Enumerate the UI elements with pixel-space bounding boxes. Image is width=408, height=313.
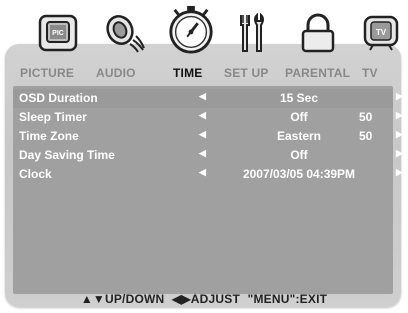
menu-list: OSD Duration ◀ 15 Sec ▶ Sleep Timer ◀ Of… (13, 89, 403, 184)
menu-item-number: 50 (359, 110, 373, 124)
left-arrow-icon[interactable]: ◀ (199, 148, 206, 159)
tab-parental-label: PARENTAL (285, 66, 351, 80)
menu-item-value: Off (290, 148, 308, 162)
left-arrow-icon[interactable]: ◀ (199, 91, 206, 102)
tab-setup[interactable]: SET UP (224, 0, 278, 84)
left-arrow-icon[interactable]: ◀ (199, 110, 206, 121)
right-arrow-icon[interactable]: ▶ (396, 148, 403, 159)
menu-item-number: 50 (359, 129, 373, 143)
tab-time-label: TIME (173, 66, 203, 80)
menu-item-value: 15 Sec (279, 91, 319, 105)
help-bar: ▲▼UP/DOWN ◀▶ADJUST "MENU":EXIT (0, 292, 408, 306)
menu-item-label: Sleep Timer (19, 110, 87, 124)
menu-item-label: Day Saving Time (19, 148, 115, 162)
tab-picture[interactable]: PIC PICTURE (20, 0, 86, 84)
menu-item-label: OSD Duration (19, 91, 98, 105)
lock-icon (293, 8, 343, 58)
tab-parental[interactable]: PARENTAL (283, 0, 353, 84)
audio-icon (100, 8, 150, 58)
menu-item-day-saving-time[interactable]: Day Saving Time ◀ Off ▶ (13, 146, 403, 165)
tab-setup-label: SET UP (224, 66, 269, 80)
menu-item-osd-duration[interactable]: OSD Duration ◀ 15 Sec ▶ (13, 89, 403, 108)
setup-tools-icon (226, 8, 276, 58)
svg-text:TV: TV (376, 28, 387, 37)
help-updown: ▲▼UP/DOWN (80, 292, 165, 306)
menu-item-time-zone[interactable]: Time Zone ◀ Eastern 50 ▶ (13, 127, 403, 146)
clock-icon (166, 5, 216, 55)
tab-audio-label: AUDIO (96, 66, 136, 80)
left-arrow-icon[interactable]: ◀ (199, 129, 206, 140)
help-adjust: ◀▶ADJUST (171, 292, 241, 306)
tab-picture-label: PICTURE (20, 66, 75, 80)
right-arrow-icon[interactable]: ▶ (396, 129, 403, 140)
left-arrow-icon[interactable]: ◀ (199, 167, 206, 178)
right-arrow-icon[interactable]: ▶ (396, 167, 403, 178)
menu-item-label: Clock (19, 167, 52, 181)
svg-text:PIC: PIC (52, 30, 64, 37)
menu-item-value: 2007/03/05 04:39PM (242, 167, 356, 181)
tab-bar: PIC PICTURE AUDIO TIME SET UP PARENTAL T… (0, 0, 408, 84)
menu-item-clock[interactable]: Clock ◀ 2007/03/05 04:39PM ▶ (13, 165, 403, 184)
right-arrow-icon[interactable]: ▶ (396, 110, 403, 121)
tv-icon: TV (356, 8, 406, 58)
menu-item-label: Time Zone (19, 129, 79, 143)
tab-tv-label: TV (362, 66, 378, 80)
right-arrow-icon[interactable]: ▶ (396, 91, 403, 102)
tab-tv[interactable]: TV TV (360, 0, 400, 84)
help-exit: "MENU":EXIT (247, 292, 328, 306)
tab-time[interactable]: TIME (163, 0, 219, 84)
menu-item-sleep-timer[interactable]: Sleep Timer ◀ Off 50 ▶ (13, 108, 403, 127)
tab-audio[interactable]: AUDIO (96, 0, 150, 84)
picture-icon: PIC (33, 8, 83, 58)
